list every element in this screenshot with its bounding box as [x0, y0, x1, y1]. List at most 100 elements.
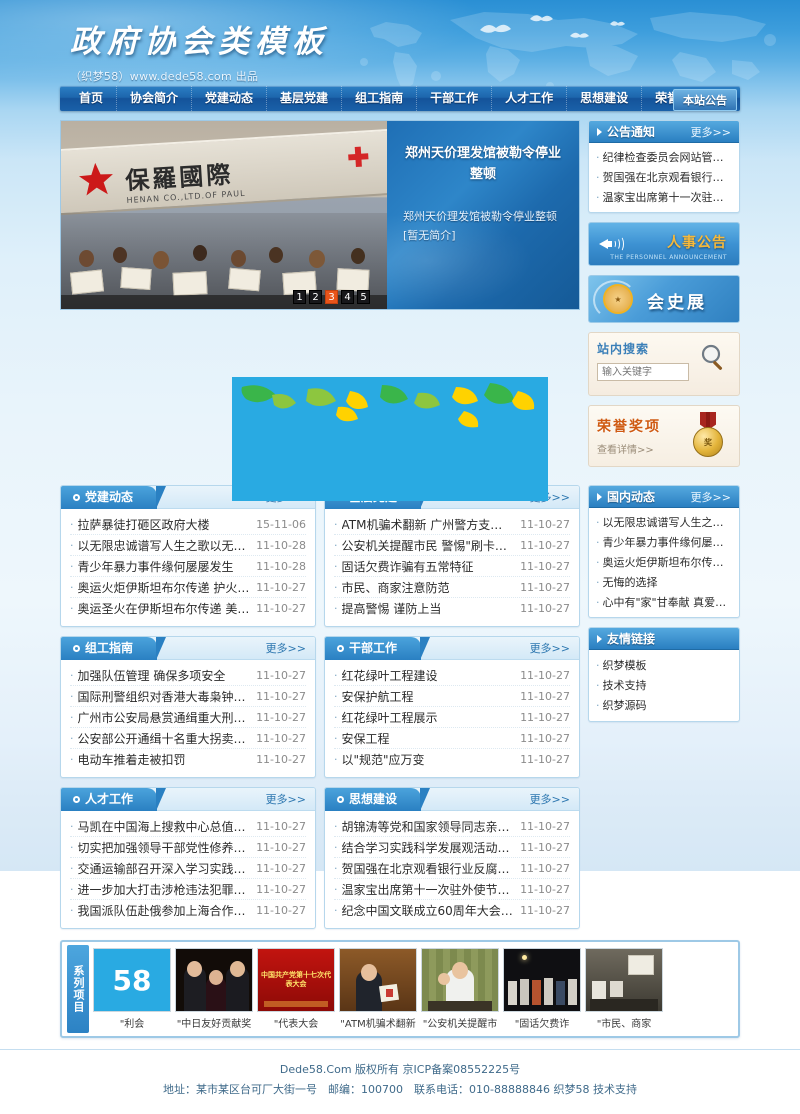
news-title[interactable]: 心中有"家"甘奉献 真爱无私: [603, 594, 733, 610]
list-item[interactable]: · 电动车推着走被扣罚 11-10-27: [70, 749, 306, 770]
gallery-item[interactable]: 58 "利会: [93, 948, 171, 1030]
gallery-thumbnail[interactable]: [421, 948, 499, 1012]
slideshow-pager[interactable]: 1 2 3 4 5: [293, 290, 370, 304]
gallery-caption[interactable]: "中日友好贡献奖: [175, 1015, 253, 1030]
news-title[interactable]: 马凯在中国海上搜救中心总值班室听取汇报: [78, 818, 251, 835]
list-item[interactable]: ·贺国强在北京观看银行业反腐...: [596, 167, 732, 187]
news-title[interactable]: 提高警惕 谨防上当: [342, 600, 515, 617]
domestic-news-more-link[interactable]: 更多>>: [691, 489, 731, 505]
list-item[interactable]: · 安保护航工程 11-10-27: [334, 686, 570, 707]
list-item[interactable]: · 无悔的选择: [596, 572, 732, 592]
list-item[interactable]: · 市民、商家注意防范 11-10-27: [334, 577, 570, 598]
news-title[interactable]: 以无限忠诚谱写人生之歌以无限: [603, 514, 733, 530]
list-item[interactable]: · 我国派队伍赴俄参加上海合作组织联合救灾演 11-10-27: [70, 900, 306, 921]
gallery-caption[interactable]: "ATM机骗术翻新: [339, 1015, 417, 1030]
search-input[interactable]: [597, 363, 689, 381]
news-title[interactable]: 贺国强在北京观看银行业反腐倡廉警示教育展: [342, 860, 515, 877]
news-title[interactable]: 红花绿叶工程建设: [342, 667, 515, 684]
list-item[interactable]: · 以"规范"应万变 11-10-27: [334, 749, 570, 770]
nav-item-home[interactable]: 首页: [66, 86, 118, 111]
org-guide-more-link[interactable]: 更多>>: [266, 640, 306, 656]
cadre-work-tab[interactable]: 干部工作: [325, 637, 431, 660]
cadre-work-more-link[interactable]: 更多>>: [530, 640, 570, 656]
news-title[interactable]: 奥运火炬伊斯坦布尔传递 护火手展: [78, 579, 251, 596]
gallery-item[interactable]: "中日友好贡献奖: [175, 948, 253, 1030]
list-item[interactable]: · 结合学习实践科学发展观活动加强和改进党的 11-10-27: [334, 837, 570, 858]
announcement-text[interactable]: 温家宝出席第十一次驻外使节...: [603, 189, 733, 205]
announcements-more-link[interactable]: 更多>>: [691, 124, 731, 140]
list-item[interactable]: · 纪念中国文联成立60周年大会在京召开 11-10-27: [334, 900, 570, 921]
gallery-thumbnail[interactable]: 58: [93, 948, 171, 1012]
slideshow-pager-2[interactable]: 2: [309, 290, 322, 304]
slideshow-headline[interactable]: 郑州天价理发馆被勒令停业整顿: [403, 143, 563, 185]
nav-item-cadre-work[interactable]: 干部工作: [417, 86, 493, 111]
link-text[interactable]: 织梦模板: [603, 657, 647, 673]
news-title[interactable]: 奥运圣火在伊斯坦布尔传递 美少女: [78, 600, 251, 617]
search-icon[interactable]: [699, 343, 729, 373]
list-item[interactable]: · 公安部公开通缉十名重大拐卖犯罪在逃人员 11-10-27: [70, 728, 306, 749]
gallery-caption[interactable]: "固话欠费诈: [503, 1015, 581, 1030]
list-item[interactable]: · 技术支持: [596, 675, 732, 695]
news-title[interactable]: 市民、商家注意防范: [342, 579, 515, 596]
party-news-more-link[interactable]: 更多>>: [266, 489, 306, 505]
talent-work-tab[interactable]: 人才工作: [61, 788, 167, 811]
gallery-thumbnail[interactable]: [339, 948, 417, 1012]
gallery-thumbnail[interactable]: [503, 948, 581, 1012]
gallery-thumbnail[interactable]: 中国共产党第十七次代表大会: [257, 948, 335, 1012]
slideshow-pager-3[interactable]: 3: [325, 290, 338, 304]
news-title[interactable]: 奥运火炬伊斯坦布尔传递 护火: [603, 554, 733, 570]
announcement-text[interactable]: 纪律检查委员会网站管理系统...: [603, 149, 733, 165]
news-title[interactable]: 广州市公安局悬赏通缉重大刑事案件在逃人员: [78, 709, 251, 726]
gallery-caption[interactable]: "利会: [93, 1015, 171, 1030]
news-title[interactable]: 以"规范"应万变: [342, 751, 515, 768]
list-item[interactable]: · 进一步加大打击涉枪违法犯罪力度 公安部陆 11-10-27: [70, 879, 306, 900]
ad-personnel-announcement[interactable]: 人事公告 THE PERSONNEL ANNOUNCEMENT: [588, 222, 740, 266]
list-item[interactable]: ·奥运火炬伊斯坦布尔传递 护火: [596, 552, 732, 572]
news-title[interactable]: ATM机骗术翻新 广州警方支招防范: [342, 516, 515, 533]
list-item[interactable]: · 马凯在中国海上搜救中心总值班室听取汇报 11-10-27: [70, 816, 306, 837]
news-title[interactable]: 交通运输部召开深入学习实践科学发展观活动: [78, 860, 251, 877]
list-item[interactable]: ·温家宝出席第十一次驻外使节...: [596, 187, 732, 207]
list-item[interactable]: · 奥运圣火在伊斯坦布尔传递 美少女 11-10-27: [70, 598, 306, 619]
list-item[interactable]: · 心中有"家"甘奉献 真爱无私: [596, 592, 732, 612]
gallery-item[interactable]: "ATM机骗术翻新: [339, 948, 417, 1030]
list-item[interactable]: · 青少年暴力事件缘何屡屡发生: [596, 532, 732, 552]
list-item[interactable]: · 青少年暴力事件缘何屡屡发生 11-10-28: [70, 556, 306, 577]
list-item[interactable]: ·以无限忠诚谱写人生之歌以无限: [596, 512, 732, 532]
hero-slideshow[interactable]: 保羅國際 HENAN CO.,LTD.OF PAUL 郑州天价理发馆被勒令停业整…: [60, 120, 580, 310]
slideshow-pager-4[interactable]: 4: [341, 290, 354, 304]
list-item[interactable]: · 提高警惕 谨防上当 11-10-27: [334, 598, 570, 619]
nav-item-grassroots-party[interactable]: 基层党建: [267, 86, 343, 111]
slideshow-pager-5[interactable]: 5: [357, 290, 370, 304]
news-title[interactable]: 青少年暴力事件缘何屡屡发生: [78, 558, 251, 575]
gallery-item[interactable]: 中国共产党第十七次代表大会 "代表大会: [257, 948, 335, 1030]
list-item[interactable]: · 红花绿叶工程建设 11-10-27: [334, 665, 570, 686]
party-news-tab[interactable]: 党建动态: [61, 486, 167, 509]
site-announcement-button[interactable]: 本站公告: [673, 89, 737, 111]
slideshow-pager-1[interactable]: 1: [293, 290, 306, 304]
news-title[interactable]: 拉萨暴徒打砸区政府大楼: [78, 516, 251, 533]
news-title[interactable]: 我国派队伍赴俄参加上海合作组织联合救灾演: [78, 902, 251, 919]
gallery-thumbnail[interactable]: [585, 948, 663, 1012]
gallery-item[interactable]: "公安机关提醒市: [421, 948, 499, 1030]
honors-awards-box[interactable]: 荣誉奖项 查看详情>> 奖: [588, 405, 740, 467]
announcement-text[interactable]: 贺国强在北京观看银行业反腐...: [603, 169, 733, 185]
talent-work-more-link[interactable]: 更多>>: [266, 791, 306, 807]
list-item[interactable]: · 安保工程 11-10-27: [334, 728, 570, 749]
list-item[interactable]: · 广州市公安局悬赏通缉重大刑事案件在逃人员 11-10-27: [70, 707, 306, 728]
list-item[interactable]: · 温家宝出席第十一次驻外使节会议并讲话 11-10-27: [334, 879, 570, 900]
news-title[interactable]: 结合学习实践科学发展观活动加强和改进党的: [342, 839, 515, 856]
grassroots-more-link[interactable]: 更多>>: [530, 489, 570, 505]
news-title[interactable]: 以无限忠诚谱写人生之歌以无限忠诚谱写人生: [78, 537, 251, 554]
list-item[interactable]: · 贺国强在北京观看银行业反腐倡廉警示教育展 11-10-27: [334, 858, 570, 879]
news-title[interactable]: 固话欠费诈骗有五常特征: [342, 558, 515, 575]
nav-item-association-intro[interactable]: 协会简介: [117, 86, 193, 111]
gallery-caption[interactable]: "市民、商家: [585, 1015, 663, 1030]
list-item[interactable]: · 交通运输部召开深入学习实践科学发展观活动 11-10-27: [70, 858, 306, 879]
news-title[interactable]: 进一步加大打击涉枪违法犯罪力度 公安部陆: [78, 881, 251, 898]
gallery-caption[interactable]: "公安机关提醒市: [421, 1015, 499, 1030]
list-item[interactable]: · 固话欠费诈骗有五常特征 11-10-27: [334, 556, 570, 577]
list-item[interactable]: · 国际刑警组织对香港大毒枭钟坤成 11-10-27: [70, 686, 306, 707]
gallery-item[interactable]: "市民、商家: [585, 948, 663, 1030]
gallery-item[interactable]: "固话欠费诈: [503, 948, 581, 1030]
